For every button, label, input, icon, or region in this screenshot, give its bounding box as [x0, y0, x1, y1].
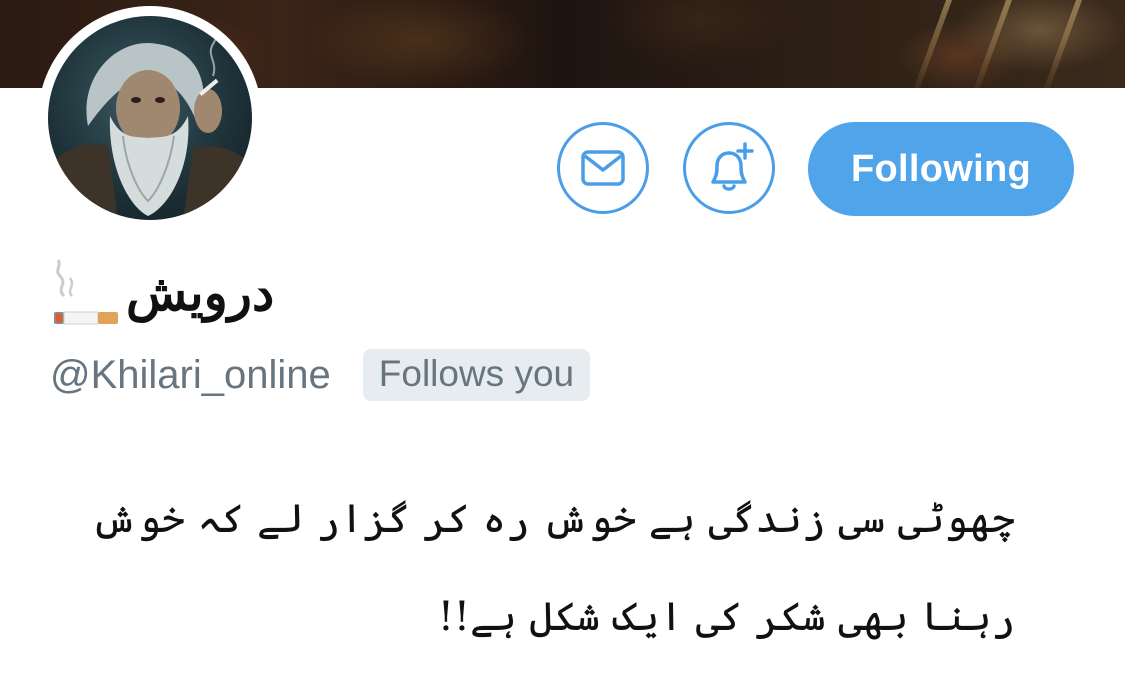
avatar[interactable] [38, 6, 262, 230]
display-name-row: درویش [50, 252, 274, 332]
username-handle: @Khilari_online [50, 352, 331, 397]
follows-you-badge: Follows you [362, 349, 591, 401]
following-button[interactable]: Following [808, 122, 1074, 216]
bell-plus-icon [711, 142, 754, 191]
notifications-button[interactable] [683, 122, 775, 214]
avatar-image [48, 16, 252, 220]
message-button[interactable] [557, 122, 649, 214]
banner-detail [973, 0, 1013, 88]
handle-row: @Khilari_online Follows you [50, 348, 591, 402]
banner-detail [1043, 0, 1083, 88]
profile-bio: چھوٹی سی زندگی ہے خوش رہ کر گزار لے کہ خ… [90, 496, 1015, 640]
profile-header: Following درویش @Khilari_online Follows … [0, 0, 1125, 674]
banner-detail [913, 0, 953, 88]
old-man-portrait-image [48, 19, 252, 220]
display-name: درویش [126, 262, 275, 322]
envelope-icon [581, 150, 625, 186]
cigarette-icon [50, 256, 122, 328]
